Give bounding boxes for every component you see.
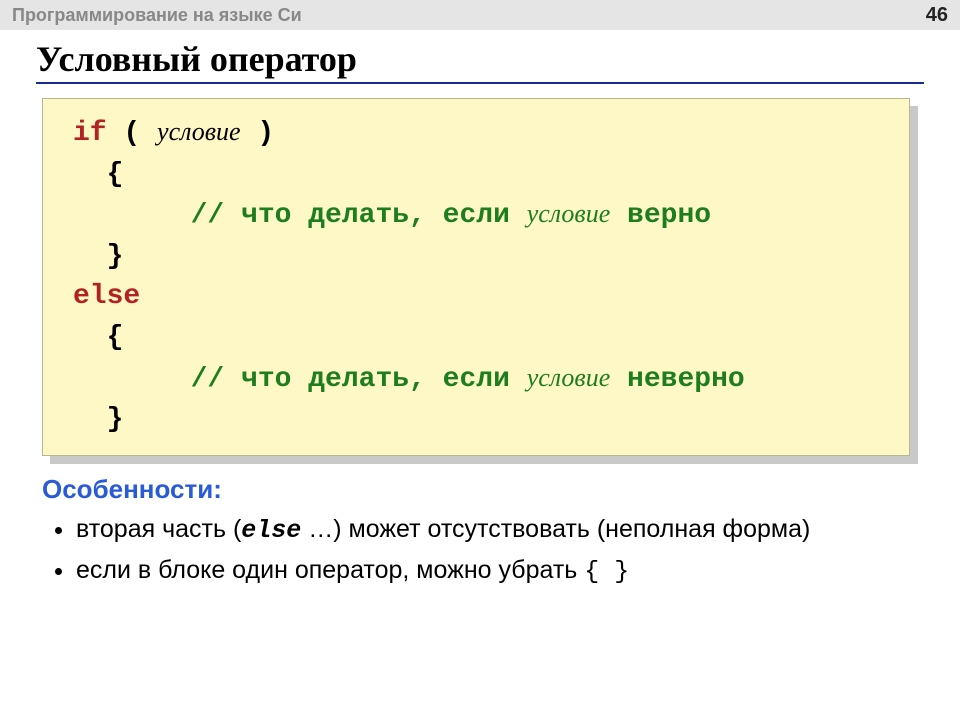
keyword-else: else — [73, 281, 140, 312]
bullet1-else: else — [241, 516, 301, 545]
title-underline — [36, 82, 924, 84]
comment-true-cond: условие — [527, 199, 611, 228]
code-block: if ( условие ) { // что делать, если усл… — [42, 98, 910, 456]
comment-false-pre: // что делать, если — [73, 364, 527, 395]
breadcrumb: Программирование на языке Си — [12, 5, 302, 26]
code-line-else: else — [73, 277, 889, 318]
comment-true-post: верно — [610, 200, 711, 231]
code-line-comment-true: // что делать, если условие верно — [73, 195, 889, 237]
list-item: вторая часть (else …) может отсутствоват… — [76, 513, 924, 548]
comment-false-post: неверно — [610, 364, 744, 395]
slide-title: Условный оператор — [36, 38, 924, 80]
code-line-if: if ( условие ) — [73, 113, 889, 155]
page-number: 46 — [926, 4, 948, 27]
notes-list: вторая часть (else …) может отсутствоват… — [76, 513, 924, 589]
list-item: если в блоке один оператор, можно убрать… — [76, 554, 924, 589]
condition-placeholder: условие — [157, 117, 241, 146]
bullet1-pre: вторая часть ( — [76, 515, 241, 543]
keyword-if: if — [73, 118, 107, 149]
code-line-open-brace: { — [73, 155, 889, 196]
code-line-comment-false: // что делать, если условие неверно — [73, 359, 889, 401]
bullet2-braces: { } — [584, 557, 629, 586]
code-block-container: if ( условие ) { // что делать, если усл… — [42, 98, 924, 456]
comment-false-cond: условие — [527, 363, 611, 392]
code-line-open-brace-2: { — [73, 318, 889, 359]
comment-true-pre: // что делать, если — [73, 200, 527, 231]
open-paren: ( — [107, 118, 157, 149]
section-label: Особенности: — [42, 474, 924, 505]
bullet1-post: …) может отсутствовать (неполная форма) — [301, 515, 810, 543]
header-strip: Программирование на языке Си 46 — [0, 0, 960, 30]
code-line-close-brace-2: } — [73, 400, 889, 441]
code-line-close-brace: } — [73, 237, 889, 278]
bullet2-pre: если в блоке один оператор, можно убрать — [76, 556, 584, 584]
close-paren: ) — [241, 118, 275, 149]
slide-content: Условный оператор if ( условие ) { // чт… — [0, 30, 960, 588]
